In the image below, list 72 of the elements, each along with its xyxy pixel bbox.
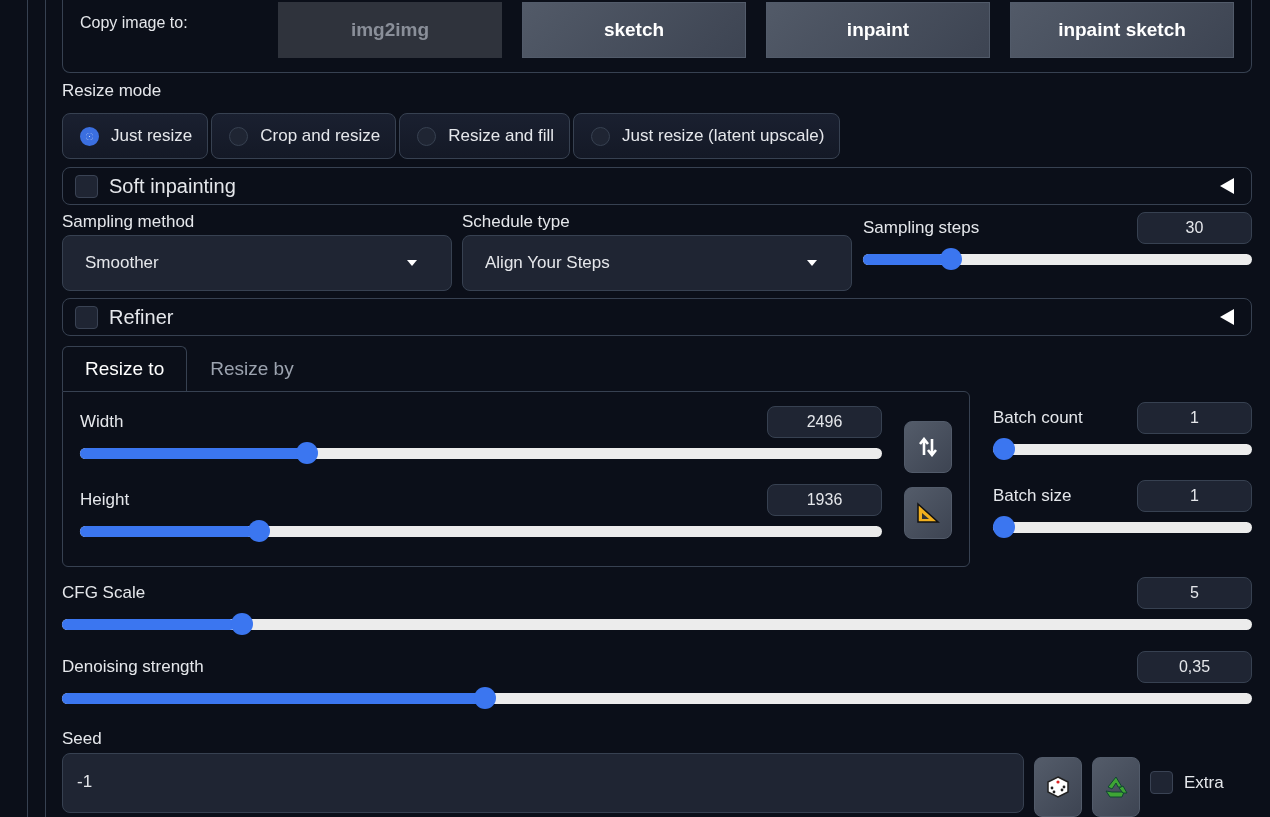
number-field[interactable]: 0,35 [1137, 651, 1252, 683]
radio-button[interactable] [229, 126, 249, 146]
swap-button[interactable] [904, 421, 952, 473]
random-seed-button[interactable] [1034, 757, 1082, 817]
slider[interactable] [80, 442, 882, 464]
recycle-icon [1103, 775, 1129, 799]
field-label: Seed [62, 729, 103, 749]
field-label: Batch size [993, 486, 1072, 506]
field-label: Denoising strength [62, 657, 204, 677]
slider-thumb[interactable] [940, 248, 963, 270]
accordion-title: Soft inpainting [109, 174, 237, 198]
number-field[interactable]: 5 [1137, 577, 1252, 609]
slider[interactable] [62, 687, 1252, 709]
collapse-triangle-icon[interactable] [1219, 308, 1235, 326]
radio-option[interactable]: Just resize [62, 113, 209, 159]
dropdown[interactable]: Smoother [62, 235, 452, 291]
slider[interactable] [62, 613, 1252, 635]
radio-option[interactable]: Resize and fill [399, 113, 571, 159]
ratio-button[interactable] [904, 487, 952, 539]
radio-option[interactable]: Just resize (latent upscale) [573, 113, 841, 159]
slider[interactable] [993, 516, 1252, 538]
reuse-seed-button[interactable] [1092, 757, 1140, 817]
slider-thumb[interactable] [474, 687, 497, 709]
field-label: CFG Scale [62, 583, 146, 603]
field-label: Sampling steps [863, 218, 980, 238]
field-label: Resize mode [62, 81, 163, 101]
checkbox-label: Extra [1184, 772, 1224, 793]
number-field[interactable]: 2496 [767, 406, 882, 438]
slider-thumb[interactable] [231, 613, 254, 635]
number-field[interactable]: 30 [1137, 212, 1252, 244]
checkbox[interactable] [1150, 771, 1173, 794]
accordion-title: Refiner [109, 305, 175, 329]
tab[interactable]: Resize to [62, 346, 188, 391]
dropdown[interactable]: Align Your Steps [462, 235, 852, 291]
radio-button[interactable] [80, 126, 99, 146]
panel-label: Copy image to: [80, 13, 189, 33]
dropdown-value: Align Your Steps [485, 253, 610, 273]
radio-label: Just resize [111, 126, 193, 146]
radio-label: Crop and resize [260, 126, 381, 146]
checkbox[interactable] [75, 305, 98, 329]
slider-thumb[interactable] [993, 516, 1015, 538]
number-field[interactable]: 1 [1137, 402, 1252, 434]
field-label: Height [80, 490, 130, 510]
field-label: Schedule type [462, 212, 571, 232]
swap-arrows-icon [919, 437, 937, 457]
field-label: Width [80, 412, 124, 432]
slider-thumb[interactable] [296, 442, 319, 464]
radio-label: Just resize (latent upscale) [622, 126, 825, 146]
field-label: Batch count [993, 408, 1083, 428]
radio-label: Resize and fill [448, 126, 555, 146]
tab[interactable]: Resize by [187, 346, 317, 391]
radio-option[interactable]: Crop and resize [211, 113, 397, 159]
slider[interactable] [993, 438, 1252, 460]
number-field[interactable]: 1936 [767, 484, 882, 516]
field-label: Sampling method [62, 212, 196, 232]
slider-thumb[interactable] [993, 438, 1015, 460]
number-field[interactable]: 1 [1137, 480, 1252, 512]
radio-button[interactable] [417, 126, 437, 146]
radio-button[interactable] [591, 126, 611, 146]
caret-icon [407, 260, 417, 266]
slider[interactable] [80, 520, 882, 542]
slider[interactable] [863, 248, 1252, 270]
slider-thumb[interactable] [248, 520, 271, 542]
copy-button[interactable]: inpaint [766, 2, 990, 58]
dice-icon [1046, 775, 1070, 799]
copy-button[interactable]: inpaint sketch [1010, 2, 1234, 58]
checkbox[interactable] [75, 174, 98, 198]
copy-button[interactable]: sketch [522, 2, 746, 58]
seed-field[interactable]: -1 [62, 753, 1024, 813]
caret-icon [807, 260, 817, 266]
dropdown-value: Smoother [85, 253, 159, 273]
collapse-triangle-icon[interactable] [1219, 177, 1235, 195]
